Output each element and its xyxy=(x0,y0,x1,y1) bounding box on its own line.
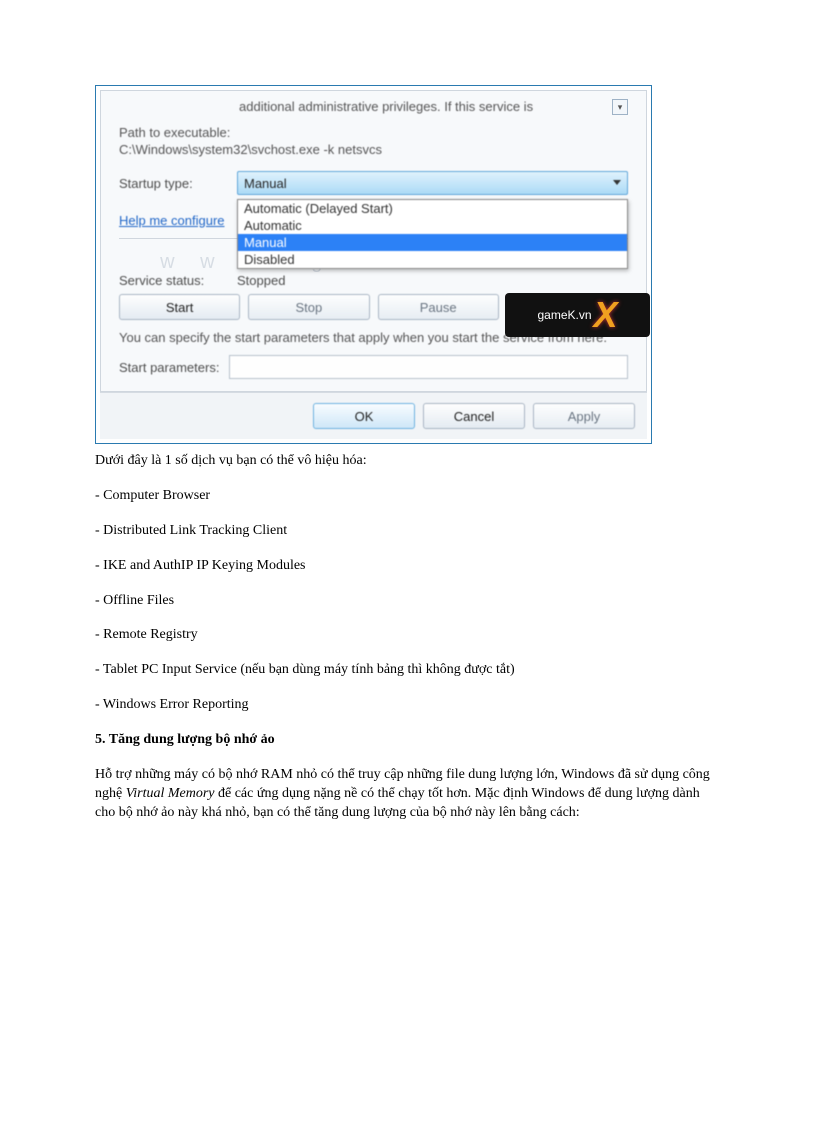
startup-type-label: Startup type: xyxy=(119,176,237,191)
path-value: C:\Windows\system32\svchost.exe -k netsv… xyxy=(119,142,628,157)
body-emphasis: Virtual Memory xyxy=(126,786,215,801)
service-properties-panel: additional administrative privileges. If… xyxy=(100,90,647,392)
section-heading: 5. Tăng dung lượng bộ nhớ ảo xyxy=(95,731,721,750)
badge-text: gameK.vn xyxy=(537,308,591,322)
body-paragraph: Hỗ trợ những máy có bộ nhớ RAM nhỏ có th… xyxy=(95,766,721,823)
screenshot-container: additional administrative privileges. If… xyxy=(95,85,721,444)
option-automatic[interactable]: Automatic xyxy=(238,217,627,234)
list-item: - Distributed Link Tracking Client xyxy=(95,522,721,541)
startup-type-selected: Manual xyxy=(244,176,287,191)
list-item: - Tablet PC Input Service (nếu bạn dùng … xyxy=(95,661,721,680)
gamek-badge: gameK.vn X xyxy=(505,293,650,337)
list-item: - Offline Files xyxy=(95,592,721,611)
description-scroll-down[interactable]: ▾ xyxy=(612,99,628,115)
stop-button: Stop xyxy=(248,294,369,320)
start-parameters-label: Start parameters: xyxy=(119,360,219,375)
option-manual[interactable]: Manual xyxy=(238,234,627,251)
ok-button[interactable]: OK xyxy=(313,403,415,429)
startup-type-combo[interactable]: Manual xyxy=(237,171,628,195)
status-label: Service status: xyxy=(119,273,237,288)
option-automatic-delayed[interactable]: Automatic (Delayed Start) xyxy=(238,200,627,217)
list-item: - Windows Error Reporting xyxy=(95,696,721,715)
intro-text: Dưới đây là 1 số dịch vụ bạn có thể vô h… xyxy=(95,452,721,471)
startup-type-dropdown[interactable]: Automatic (Delayed Start) Automatic Manu… xyxy=(237,199,628,269)
article-body: Dưới đây là 1 số dịch vụ bạn có thể vô h… xyxy=(95,452,721,823)
option-disabled[interactable]: Disabled xyxy=(238,251,627,268)
list-item: - IKE and AuthIP IP Keying Modules xyxy=(95,557,721,576)
pause-button: Pause xyxy=(378,294,499,320)
path-label: Path to executable: xyxy=(119,125,628,140)
start-button[interactable]: Start xyxy=(119,294,240,320)
dialog-footer: OK Cancel Apply xyxy=(100,392,647,439)
cancel-button[interactable]: Cancel xyxy=(423,403,525,429)
badge-x-icon: X xyxy=(594,294,618,336)
start-parameters-input[interactable] xyxy=(229,355,628,379)
status-value: Stopped xyxy=(237,273,285,288)
description-text: additional administrative privileges. If… xyxy=(239,99,604,114)
list-item: - Computer Browser xyxy=(95,487,721,506)
list-item: - Remote Registry xyxy=(95,626,721,645)
apply-button: Apply xyxy=(533,403,635,429)
window-frame: additional administrative privileges. If… xyxy=(95,85,652,444)
help-link[interactable]: Help me configure xyxy=(119,213,225,228)
